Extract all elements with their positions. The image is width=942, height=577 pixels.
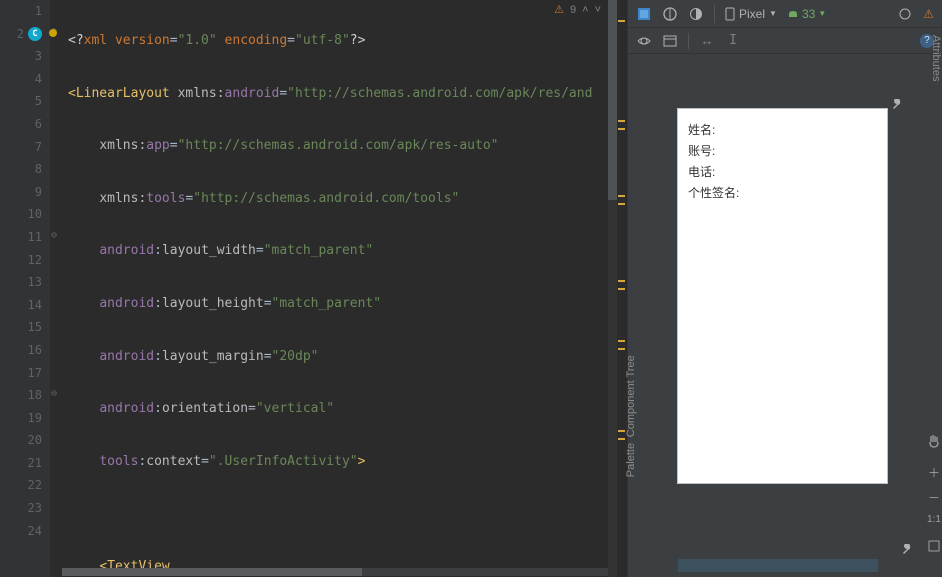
zoom-out-icon[interactable]: － — [927, 489, 941, 503]
stripe-mark[interactable] — [618, 120, 625, 122]
magnet-icon[interactable]: ↔ — [699, 33, 715, 49]
preview-text-row: 个性签名: — [688, 184, 877, 201]
fit-screen-icon[interactable] — [927, 539, 941, 553]
scrollbar-thumb[interactable] — [608, 0, 617, 200]
stripe-mark[interactable] — [618, 203, 625, 205]
vertical-scrollbar[interactable] — [608, 0, 617, 577]
chevron-down-icon: ▼ — [818, 9, 826, 18]
api-level: 33 — [802, 7, 815, 21]
stripe-mark[interactable] — [618, 195, 625, 197]
editor-gutter: 1 2C 3 4 5 6 7 8 9 10 11 12 13 14 15 16 … — [0, 0, 50, 577]
stripe-mark[interactable] — [618, 20, 625, 22]
line-number: 2C — [0, 23, 42, 46]
fold-column[interactable]: ⊖ ⊖ ⊖ — [50, 0, 62, 577]
layout-designer: Pixel ▼ 33 ▼ ⚠ ↔ I ? 姓名: 账号: — [627, 0, 942, 577]
chevron-down-icon: ▼ — [769, 9, 777, 18]
designer-subtoolbar: ↔ I ? — [628, 28, 942, 54]
loading-bar — [678, 559, 878, 572]
stripe-mark[interactable] — [618, 340, 625, 342]
pan-tool-icon[interactable] — [927, 434, 941, 448]
night-mode-icon[interactable] — [688, 6, 704, 22]
preview-text-row: 电话: — [688, 163, 877, 180]
phone-icon — [725, 7, 735, 21]
warning-icon: ⚠ — [554, 3, 564, 16]
layout-options-icon[interactable] — [662, 33, 678, 49]
wrench-icon[interactable] — [890, 99, 902, 111]
designer-toolbar: Pixel ▼ 33 ▼ ⚠ — [628, 0, 942, 28]
stripe-mark[interactable] — [618, 348, 625, 350]
zoom-reset-icon[interactable]: 1:1 — [927, 514, 941, 528]
breakpoint-icon[interactable] — [49, 29, 57, 37]
attributes-tab[interactable]: Attributes — [930, 35, 942, 81]
view-options-icon[interactable] — [636, 33, 652, 49]
device-selector[interactable]: Pixel ▼ — [725, 7, 777, 21]
android-icon — [787, 9, 799, 19]
line-number: 1 — [0, 0, 42, 23]
fold-marker-icon[interactable]: ⊖ — [51, 230, 57, 241]
next-highlight-button[interactable]: ˅ — [595, 4, 601, 16]
stripe-mark[interactable] — [618, 280, 625, 282]
class-gutter-icon[interactable]: C — [28, 27, 42, 41]
stripe-mark[interactable] — [618, 128, 625, 130]
surface-select-icon[interactable] — [636, 6, 652, 22]
zoom-in-icon[interactable]: ＋ — [927, 464, 941, 478]
design-canvas[interactable]: 姓名: 账号: 电话: 个性签名: ＋ － 1:1 Palette Compon… — [628, 54, 942, 577]
wrench-icon[interactable] — [900, 544, 914, 558]
default-margins-icon[interactable]: I — [725, 33, 741, 49]
stripe-mark[interactable] — [618, 430, 625, 432]
code-editor[interactable]: 1 2C 3 4 5 6 7 8 9 10 11 12 13 14 15 16 … — [0, 0, 627, 577]
stripe-mark[interactable] — [618, 438, 625, 440]
designer-tool-column: ＋ － 1:1 — [924, 54, 942, 577]
component-tree-tab[interactable]: Component Tree — [625, 355, 637, 437]
preview-text-row: 账号: — [688, 142, 877, 159]
toolbar-warning-icon[interactable]: ⚠ — [923, 7, 934, 21]
horizontal-scrollbar[interactable] — [62, 568, 615, 576]
orientation-icon[interactable] — [662, 6, 678, 22]
editor-error-stripe[interactable] — [617, 0, 627, 577]
code-content[interactable]: <?xml version="1.0" encoding="utf-8"?> <… — [62, 0, 617, 577]
stripe-mark[interactable] — [618, 288, 625, 290]
api-selector[interactable]: 33 ▼ — [787, 7, 826, 21]
device-preview[interactable]: 姓名: 账号: 电话: 个性签名: — [678, 109, 887, 483]
theme-selector-icon[interactable] — [897, 6, 913, 22]
prev-highlight-button[interactable]: ˄ — [582, 4, 588, 16]
palette-tab[interactable]: Palette — [625, 443, 637, 477]
fold-marker-icon[interactable]: ⊖ — [51, 388, 57, 399]
device-name: Pixel — [739, 7, 765, 21]
warning-count: 9 — [570, 4, 576, 16]
scrollbar-thumb[interactable] — [62, 568, 362, 576]
preview-text-row: 姓名: — [688, 121, 877, 138]
